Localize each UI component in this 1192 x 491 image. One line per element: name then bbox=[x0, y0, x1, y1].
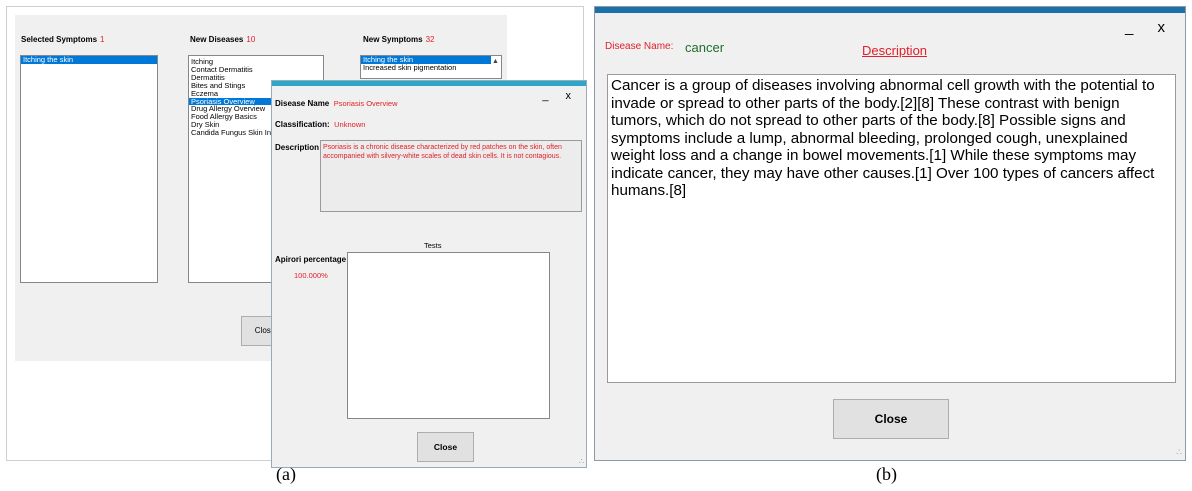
disease-name-label: Disease Name bbox=[275, 99, 330, 108]
overlay-window-controls[interactable]: _ x bbox=[542, 90, 578, 102]
resize-grip-icon[interactable]: ∴ bbox=[579, 457, 584, 466]
apriori-percentage-label: Apirori percentage bbox=[275, 255, 347, 264]
scroll-up-arrow-icon[interactable]: ▲ bbox=[491, 57, 500, 66]
overlay-close-button[interactable]: Close bbox=[417, 432, 474, 462]
disease-name-value: cancer bbox=[685, 40, 725, 55]
selected-symptoms-label: Selected Symptoms bbox=[21, 35, 98, 44]
panel-a-screenshot: Selected Symptoms 1 Itching the skin New … bbox=[6, 6, 587, 468]
description-textbox[interactable]: Cancer is a group of diseases involving … bbox=[607, 74, 1176, 383]
new-diseases-label: New Diseases bbox=[190, 35, 244, 44]
description-textbox[interactable]: Psoriasis is a chronic disease character… bbox=[320, 140, 582, 212]
new-symptoms-label: New Symptoms bbox=[363, 35, 423, 44]
classification-label: Classification: bbox=[275, 120, 330, 129]
resize-grip-icon[interactable]: ∴ bbox=[1176, 447, 1182, 458]
list-item[interactable]: Increased skin pigmentation bbox=[361, 64, 491, 72]
close-button[interactable]: Close bbox=[833, 399, 949, 439]
description-label: Description bbox=[275, 143, 320, 152]
window-title-bar bbox=[595, 7, 1185, 13]
classification-value: Unknown bbox=[334, 120, 366, 129]
new-symptoms-list[interactable]: Itching the skin Increased skin pigmenta… bbox=[360, 55, 502, 79]
new-diseases-count: 10 bbox=[246, 35, 256, 44]
disease-name-label: Disease Name: bbox=[605, 41, 674, 52]
tests-list[interactable] bbox=[347, 252, 550, 419]
list-item[interactable]: Itching the skin bbox=[361, 56, 491, 64]
window-controls[interactable]: _ x bbox=[1125, 19, 1175, 36]
panel-b-description-window: _ x Disease Name: cancer Description Can… bbox=[594, 6, 1186, 461]
list-item[interactable]: Itching the skin bbox=[21, 56, 157, 64]
selected-symptoms-header: Selected Symptoms 1 bbox=[21, 35, 104, 44]
new-symptoms-count: 32 bbox=[425, 35, 435, 44]
new-symptoms-header: New Symptoms 32 bbox=[363, 35, 434, 44]
caption-b: (b) bbox=[876, 464, 897, 484]
description-title: Description bbox=[862, 43, 928, 58]
disease-details-window: _ x Disease Name Psoriasis Overview Clas… bbox=[271, 80, 587, 468]
tests-label: Tests bbox=[424, 241, 442, 250]
list-item[interactable]: Itching bbox=[189, 58, 323, 66]
overlay-classification-row: Classification: Unknown bbox=[275, 114, 365, 132]
overlay-title-bar bbox=[272, 81, 586, 86]
disease-name-value: Psoriasis Overview bbox=[333, 99, 398, 108]
list-item[interactable]: Contact Dermatitis bbox=[189, 66, 323, 74]
selected-symptoms-list[interactable]: Itching the skin bbox=[20, 55, 158, 283]
caption-a: (a) bbox=[276, 464, 296, 484]
new-diseases-header: New Diseases 10 bbox=[190, 35, 255, 44]
overlay-disease-name-row: Disease Name Psoriasis Overview bbox=[275, 93, 397, 111]
apriori-percentage-value: 100.000% bbox=[294, 271, 328, 280]
selected-symptoms-count: 1 bbox=[100, 35, 105, 44]
